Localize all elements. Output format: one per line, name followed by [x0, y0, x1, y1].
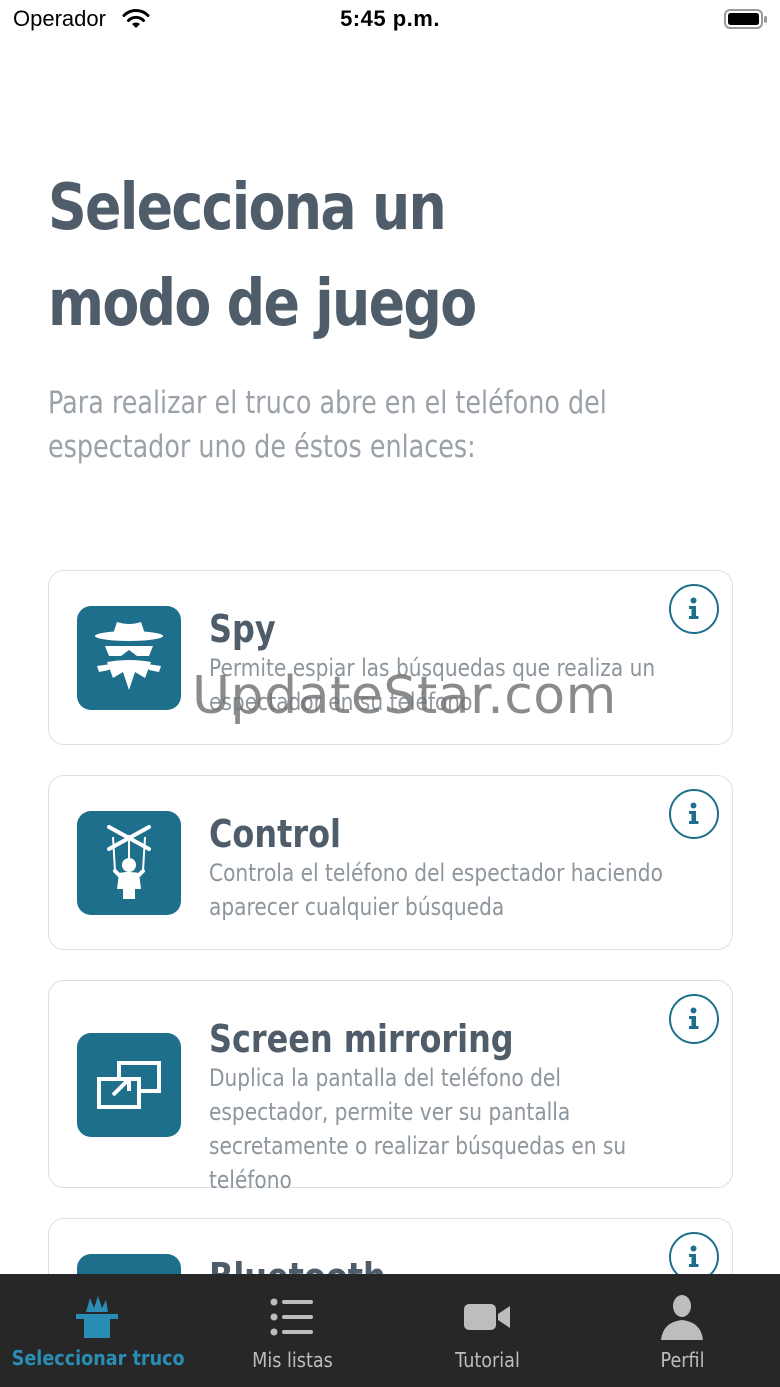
list-icon [270, 1298, 313, 1336]
mode-card-screen-mirroring[interactable]: Screen mirroring Duplica la pantalla del… [48, 980, 733, 1194]
mode-list[interactable]: Selecciona un modo de juego Para realiza… [0, 0, 780, 1274]
tab-label: Tutorial [455, 1348, 520, 1372]
video-camera-icon [464, 1304, 510, 1330]
tab-label: Perfil [660, 1348, 705, 1372]
mode-description: Duplica la pantalla del teléfono del esp… [209, 1064, 627, 1194]
magic-hat-icon [76, 1296, 118, 1338]
bluetooth-icon [77, 1254, 181, 1274]
mode-card-control[interactable]: Control Controla el teléfono del especta… [48, 775, 733, 950]
screen-mirroring-icon [77, 1033, 181, 1137]
mode-description: Controla el teléfono del espectador haci… [209, 859, 663, 921]
person-icon [661, 1295, 703, 1340]
info-icon [689, 1245, 699, 1267]
tab-label: Seleccionar truco [11, 1346, 185, 1370]
info-icon [689, 802, 699, 824]
info-icon [689, 597, 699, 619]
tab-tutorial[interactable]: Tutorial [390, 1274, 585, 1387]
info-button[interactable] [669, 994, 719, 1044]
mode-title: Control [209, 812, 341, 856]
info-button[interactable] [669, 789, 719, 839]
info-button[interactable] [669, 1232, 719, 1274]
mode-description: Permite espiar las búsquedas que realiza… [209, 654, 656, 716]
tab-perfil[interactable]: Perfil [585, 1274, 780, 1387]
puppet-icon [77, 811, 181, 915]
mode-card-spy[interactable]: Spy Permite espiar las búsquedas que rea… [48, 570, 733, 745]
mode-card-bluetooth[interactable]: Bluetooth [48, 1218, 733, 1274]
page-title: Selecciona un modo de juego [48, 171, 477, 341]
spy-icon [77, 606, 181, 710]
mode-title: Spy [209, 607, 276, 651]
tab-bar: Seleccionar truco Mis listas Tutorial Pe… [0, 1274, 780, 1387]
tab-seleccionar-truco[interactable]: Seleccionar truco [0, 1274, 195, 1387]
tab-label: Mis listas [252, 1348, 333, 1372]
info-button[interactable] [669, 584, 719, 634]
tab-mis-listas[interactable]: Mis listas [195, 1274, 390, 1387]
mode-title: Bluetooth [209, 1255, 713, 1274]
page-subtitle: Para realizar el truco abre en el teléfo… [48, 385, 607, 465]
info-icon [689, 1007, 699, 1029]
mode-title: Screen mirroring [209, 1017, 514, 1061]
screen: Operador 5:45 p.m. Selecciona un modo de… [0, 0, 780, 1387]
